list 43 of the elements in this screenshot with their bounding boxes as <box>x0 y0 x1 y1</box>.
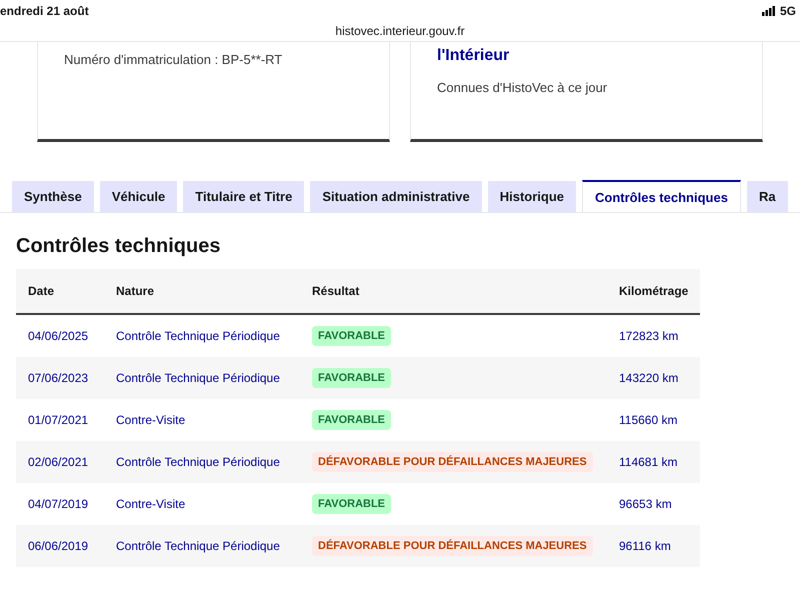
column-header: Nature <box>115 283 156 300</box>
date-cell-text: 01/07/2021 <box>27 412 90 429</box>
card-text: Numéro d'immatriculation : BP-5**-RT <box>64 51 284 69</box>
nature-cell-text: Contrôle Technique Périodique <box>115 538 281 555</box>
mileage-cell-text: 96116 km <box>618 538 672 555</box>
column-header: Kilométrage <box>618 283 690 300</box>
tab[interactable]: Ra <box>746 181 788 212</box>
nature-cell-text: Contrôle Technique Périodique <box>115 370 281 387</box>
date-cell-text: 07/06/2023 <box>27 370 90 387</box>
tab[interactable]: Contrôles techniques <box>582 180 741 212</box>
date-cell-text: 06/06/2019 <box>27 538 90 555</box>
result-badge: FAVORABLE <box>312 326 392 346</box>
mileage-cell-text: 115660 km <box>618 412 678 429</box>
tab[interactable]: Véhicule <box>100 181 178 212</box>
mileage-cell-text: 96653 km <box>618 496 673 513</box>
nature-cell-text: Contrôle Technique Périodique <box>115 328 281 345</box>
mileage-cell-text: 114681 km <box>618 454 678 471</box>
url-text[interactable]: histovec.interieur.gouv.fr <box>335 22 465 40</box>
result-badge: FAVORABLE <box>312 368 392 388</box>
card-text: Connues d'HistoVec à ce jour <box>437 79 608 97</box>
result-badge: FAVORABLE <box>312 410 392 430</box>
result-badge: FAVORABLE <box>312 494 392 514</box>
card-title: l'Intérieur <box>437 46 510 66</box>
column-header: Date <box>27 283 56 300</box>
tab[interactable]: Historique <box>488 181 576 212</box>
tab[interactable]: Situation administrative <box>310 181 482 212</box>
date-cell-text: 04/07/2019 <box>27 496 90 513</box>
tab[interactable]: Titulaire et Titre <box>183 181 304 212</box>
date-cell-text: 04/06/2025 <box>27 328 90 345</box>
section-title: Contrôles techniques <box>16 234 222 259</box>
tab[interactable]: Synthèse <box>12 181 94 212</box>
network-label: 5G <box>780 3 796 20</box>
status-date: endredi 21 août <box>0 3 89 20</box>
date-cell-text: 02/06/2021 <box>27 454 90 471</box>
nature-cell-text: Contre-Visite <box>115 412 186 429</box>
result-badge: DÉFAVORABLE POUR DÉFAILLANCES MAJEURES <box>312 536 593 556</box>
nature-cell-text: Contre-Visite <box>115 496 186 513</box>
nature-cell-text: Contrôle Technique Périodique <box>115 454 281 471</box>
column-header: Résultat <box>311 283 360 300</box>
result-badge: DÉFAVORABLE POUR DÉFAILLANCES MAJEURES <box>312 452 593 472</box>
signal-icon <box>762 6 776 16</box>
mileage-cell-text: 172823 km <box>618 328 680 345</box>
mileage-cell-text: 143220 km <box>618 370 680 387</box>
